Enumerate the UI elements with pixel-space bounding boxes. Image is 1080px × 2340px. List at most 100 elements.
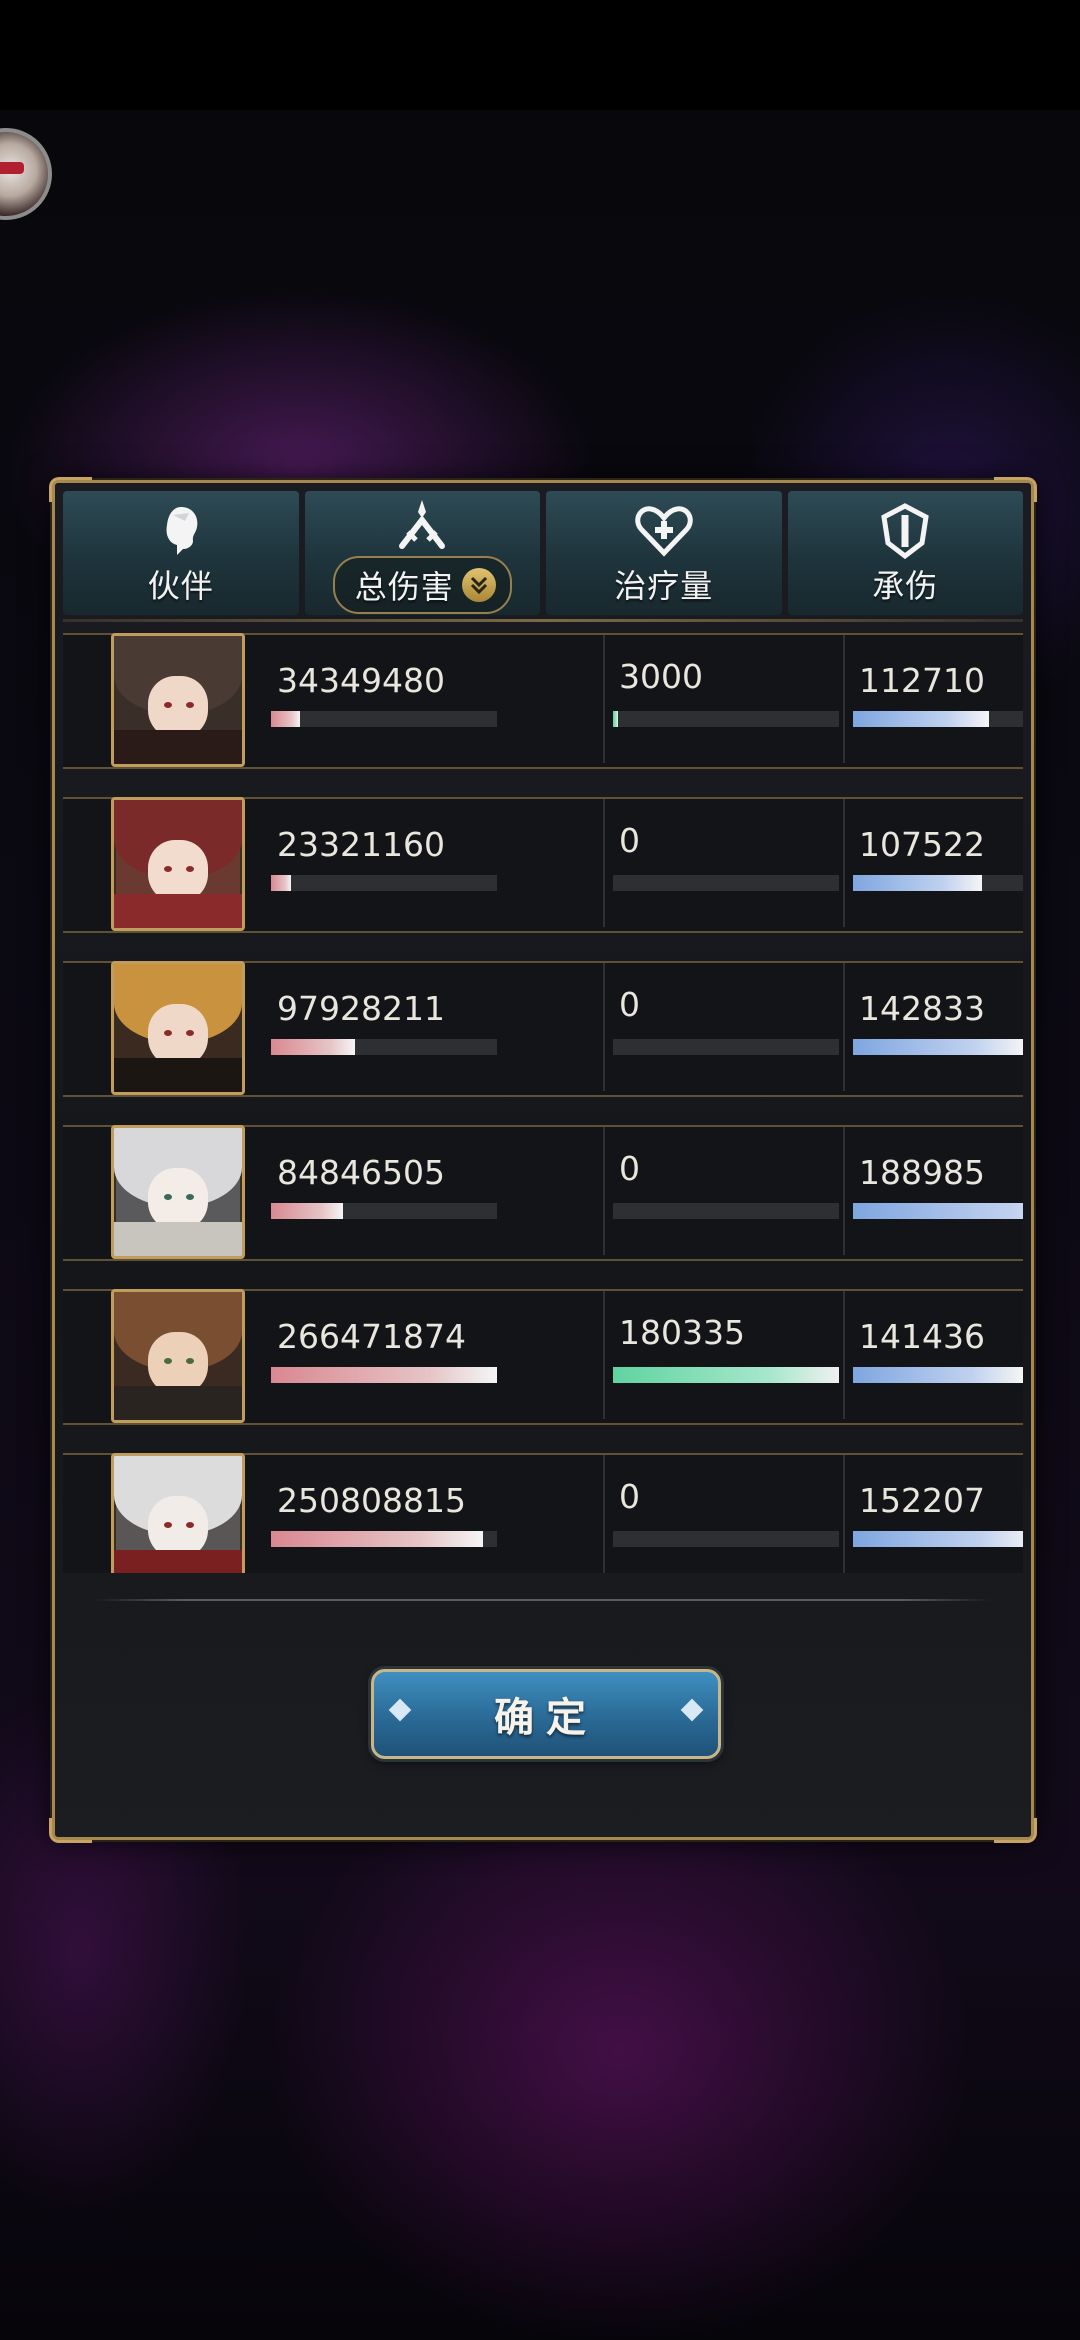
partner-portrait[interactable] <box>111 961 245 1095</box>
partner-portrait[interactable] <box>111 1453 245 1573</box>
damage-cell: 34349480 <box>263 635 603 763</box>
partner-row: 23321160 0 107522 <box>63 797 1023 933</box>
damage-bar-fill <box>271 875 292 891</box>
partner-row: 97928211 0 142833 <box>63 961 1023 1097</box>
damage-taken-cell: 141436 <box>843 1291 1023 1419</box>
damage-bar <box>271 1203 497 1219</box>
tab-damage-taken[interactable]: 承伤 <box>787 491 1023 615</box>
damage-taken-cell: 152207 <box>843 1455 1023 1573</box>
partner-row: 84846505 0 188985 <box>63 1125 1023 1261</box>
healing-cell: 3000 <box>603 635 845 763</box>
damage-taken-bar-fill <box>853 875 982 891</box>
damage-bar <box>271 1531 497 1547</box>
damage-taken-value: 112710 <box>859 661 985 700</box>
crossed-swords-icon <box>392 496 452 552</box>
partner-portrait[interactable] <box>111 797 245 931</box>
panel-corner-ornament <box>994 1818 1037 1843</box>
damage-taken-bar-fill <box>853 1203 1023 1219</box>
healing-value: 180335 <box>619 1313 745 1352</box>
shield-icon <box>875 503 935 559</box>
healing-bar-fill <box>613 711 618 727</box>
damage-value: 34349480 <box>277 661 445 700</box>
healing-value: 3000 <box>619 657 703 696</box>
damage-taken-bar-fill <box>853 1039 1023 1055</box>
damage-taken-bar <box>853 1367 1023 1383</box>
partner-row: 250808815 0 152207 <box>63 1453 1023 1573</box>
damage-taken-cell: 112710 <box>843 635 1023 763</box>
damage-value: 97928211 <box>277 989 445 1028</box>
damage-cell: 23321160 <box>263 799 603 927</box>
panel-corner-ornament <box>49 1818 92 1843</box>
damage-cell: 266471874 <box>263 1291 603 1419</box>
stats-header-tabs: 伙伴 总伤害 治疗量 承伤 <box>63 491 1023 615</box>
partner-row: 34349480 3000 112710 <box>63 633 1023 769</box>
damage-taken-value: 188985 <box>859 1153 985 1192</box>
damage-value: 23321160 <box>277 825 445 864</box>
damage-taken-bar <box>853 1531 1023 1547</box>
healing-bar <box>613 1203 839 1219</box>
damage-bar <box>271 1367 497 1383</box>
damage-cell: 97928211 <box>263 963 603 1091</box>
damage-cell: 250808815 <box>263 1455 603 1573</box>
tab-total-damage[interactable]: 总伤害 <box>304 491 540 615</box>
tab-partner[interactable]: 伙伴 <box>63 491 299 615</box>
partner-stats-list[interactable]: 34349480 3000 112710 23321160 0 107522 9… <box>63 633 1023 1573</box>
healing-cell: 0 <box>603 799 845 927</box>
partner-head-icon <box>151 503 211 559</box>
healing-bar <box>613 1367 839 1383</box>
healing-bar-fill <box>613 1367 839 1383</box>
damage-bar-fill <box>271 711 301 727</box>
partner-row: 266471874 180335 141436 <box>63 1289 1023 1425</box>
confirm-button[interactable]: 确定 <box>371 1669 721 1759</box>
damage-bar <box>271 1039 497 1055</box>
healing-cell: 0 <box>603 963 845 1091</box>
damage-value: 84846505 <box>277 1153 445 1192</box>
healing-cell: 0 <box>603 1455 845 1573</box>
damage-cell: 84846505 <box>263 1127 603 1255</box>
tab-label: 总伤害 <box>354 568 454 606</box>
button-gem-ornament <box>388 1698 412 1722</box>
damage-taken-bar-fill <box>853 711 989 727</box>
damage-taken-value: 141436 <box>859 1317 985 1356</box>
damage-taken-bar-fill <box>853 1531 1023 1547</box>
damage-taken-value: 142833 <box>859 989 985 1028</box>
damage-value: 266471874 <box>277 1317 466 1356</box>
healing-bar <box>613 711 839 727</box>
header-divider <box>63 619 1023 622</box>
list-footer-divider <box>95 1599 991 1601</box>
damage-taken-value: 152207 <box>859 1481 985 1520</box>
confirm-button-label: 确定 <box>494 1694 598 1741</box>
damage-taken-bar <box>853 1039 1023 1055</box>
healing-bar <box>613 1039 839 1055</box>
damage-taken-cell: 107522 <box>843 799 1023 927</box>
damage-bar-fill <box>271 1039 355 1055</box>
button-gem-ornament <box>680 1698 704 1722</box>
heart-plus-icon <box>634 503 694 559</box>
partner-portrait[interactable] <box>111 1125 245 1259</box>
damage-bar <box>271 875 497 891</box>
tab-label: 承伤 <box>872 567 939 605</box>
damage-taken-cell: 142833 <box>843 963 1023 1091</box>
battle-stats-panel: 伙伴 总伤害 治疗量 承伤 34349480 3000 112710 23321… <box>49 477 1037 1843</box>
healing-value: 0 <box>619 985 640 1024</box>
healing-value: 0 <box>619 1149 640 1188</box>
partner-portrait[interactable] <box>111 1289 245 1423</box>
healing-value: 0 <box>619 821 640 860</box>
damage-value: 250808815 <box>277 1481 466 1520</box>
damage-sort-dropdown[interactable]: 总伤害 <box>332 556 512 614</box>
damage-taken-bar-fill <box>853 1367 1023 1383</box>
healing-bar <box>613 1531 839 1547</box>
damage-taken-bar <box>853 711 1023 727</box>
damage-bar-fill <box>271 1203 344 1219</box>
tab-healing[interactable]: 治疗量 <box>546 491 782 615</box>
damage-taken-bar <box>853 1203 1023 1219</box>
healing-cell: 180335 <box>603 1291 845 1419</box>
damage-bar <box>271 711 497 727</box>
tab-label: 伙伴 <box>147 567 214 605</box>
damage-taken-cell: 188985 <box>843 1127 1023 1255</box>
healing-bar <box>613 875 839 891</box>
tab-label: 治疗量 <box>614 567 714 605</box>
partner-portrait[interactable] <box>111 633 245 767</box>
damage-bar-fill <box>271 1367 497 1383</box>
damage-taken-value: 107522 <box>859 825 985 864</box>
